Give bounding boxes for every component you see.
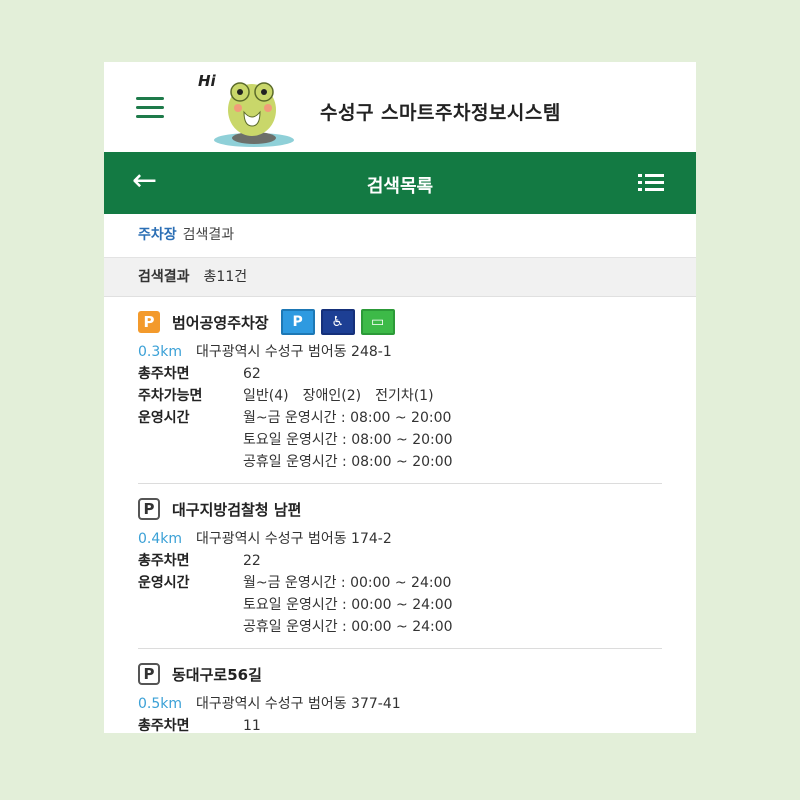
address: 대구광역시 수성구 범어동 174-2 — [196, 531, 392, 547]
distance: 0.4km — [138, 531, 183, 547]
result-list: P 범어공영주차장 P ♿ ▭ 0.3km 대구광역시 수성구 범어동 248-… — [104, 297, 696, 733]
list-icon[interactable] — [638, 174, 664, 192]
parking-facility-icon: P — [280, 309, 315, 335]
hours-holiday: 공휴일 운영시간 : 00:00 ~ 24:00 — [243, 619, 453, 635]
svg-text:Hi: Hi — [198, 72, 217, 90]
frog-mascot-logo: Hi — [198, 72, 294, 147]
distance: 0.5km — [138, 696, 183, 712]
menu-icon[interactable] — [136, 97, 164, 119]
parking-lot-icon: P — [138, 498, 160, 520]
total-spaces-value: 11 — [243, 718, 261, 733]
total-spaces-label: 총주차면 — [138, 366, 190, 382]
breadcrumb-category: 주차장 — [138, 227, 177, 243]
total-spaces-value: 22 — [243, 553, 261, 569]
total-spaces-label: 총주차면 — [138, 718, 190, 733]
brand-header: Hi 수성구 스마트주차정보시스템 — [104, 62, 696, 152]
summary-label: 검색결과 — [138, 269, 190, 285]
breadcrumb-rest: 검색결과 — [182, 227, 235, 243]
available-ev: 전기차(1) — [375, 388, 434, 404]
list-item[interactable]: P 동대구로56길 0.5km 대구광역시 수성구 범어동 377-41 총주차… — [138, 649, 662, 733]
page-title: 검색목록 — [366, 176, 434, 197]
total-spaces-label: 총주차면 — [138, 553, 190, 569]
total-spaces-value: 62 — [243, 366, 261, 382]
ev-charger-icon: ▭ — [360, 309, 395, 335]
breadcrumb: 주차장 검색결과 — [104, 214, 696, 258]
list-item[interactable]: P 대구지방검찰청 남편 0.4km 대구광역시 수성구 범어동 174-2 총… — [138, 484, 662, 649]
hours-weekday: 월~금 운영시간 : 08:00 ~ 20:00 — [243, 410, 452, 426]
result-summary: 검색결과 총11건 — [104, 258, 696, 297]
address: 대구광역시 수성구 범어동 377-41 — [196, 696, 401, 712]
hours-saturday: 토요일 운영시간 : 08:00 ~ 20:00 — [243, 432, 453, 448]
distance: 0.3km — [138, 344, 183, 360]
hours-weekday: 월~금 운영시간 : 00:00 ~ 24:00 — [243, 575, 452, 591]
available-disabled: 장애인(2) — [302, 388, 362, 404]
top-nav-bar: ← 검색목록 — [104, 152, 696, 214]
parking-name[interactable]: 범어공영주차장 — [172, 312, 269, 333]
result-count: 총11건 — [203, 269, 248, 285]
list-item[interactable]: P 범어공영주차장 P ♿ ▭ 0.3km 대구광역시 수성구 범어동 248-… — [138, 297, 662, 484]
available-spaces-label: 주차가능면 — [138, 388, 203, 404]
parking-lot-icon: P — [138, 311, 160, 333]
available-general: 일반(4) — [243, 388, 289, 404]
app-screen: Hi 수성구 스마트주차정보시스템 ← 검색목록 주차장 검색결과 검색결과 총11… — [104, 62, 696, 733]
address: 대구광역시 수성구 범어동 248-1 — [196, 344, 392, 360]
hours-holiday: 공휴일 운영시간 : 08:00 ~ 20:00 — [243, 454, 453, 470]
parking-name[interactable]: 동대구로56길 — [172, 664, 262, 685]
hours-label: 운영시간 — [138, 575, 190, 591]
parking-name[interactable]: 대구지방검찰청 남편 — [172, 499, 301, 520]
parking-lot-icon: P — [138, 663, 160, 685]
wheelchair-icon: ♿ — [320, 309, 355, 335]
hours-saturday: 토요일 운영시간 : 00:00 ~ 24:00 — [243, 597, 453, 613]
app-title: 수성구 스마트주차정보시스템 — [320, 102, 561, 124]
hours-label: 운영시간 — [138, 410, 190, 426]
